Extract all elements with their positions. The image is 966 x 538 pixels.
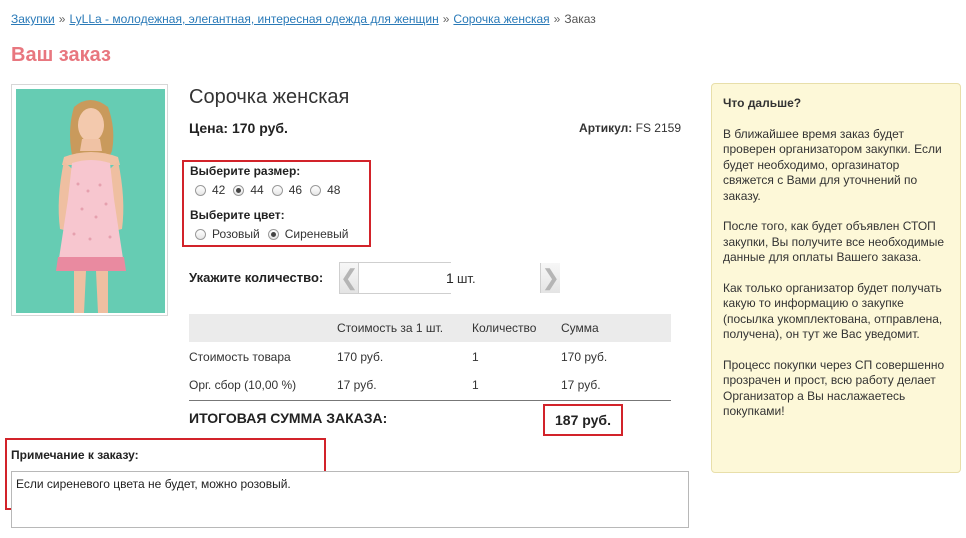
chevron-left-icon: ❮ <box>340 265 359 290</box>
quantity-input[interactable] <box>359 263 541 293</box>
table-cell: 170 руб. <box>337 349 384 364</box>
radio-button-checked[interactable] <box>267 228 279 240</box>
product-photo[interactable] <box>16 89 165 313</box>
info-title: Что дальше? <box>723 96 802 110</box>
quantity-stepper: ❮ ❯ <box>339 262 560 294</box>
info-paragraph: В ближайшее время заказ будет проверен о… <box>723 126 942 203</box>
breadcrumb-link-lylla[interactable]: LyLLa - молодежная, элегантная, интересн… <box>69 12 438 26</box>
color-option-lilac[interactable]: Сиреневый <box>267 227 349 241</box>
info-panel: Что дальше? В ближайшее время заказ буде… <box>711 83 961 473</box>
table-header-row: Стоимость за 1 шт. Количество Сумма <box>189 314 671 342</box>
radio-button[interactable] <box>271 184 283 196</box>
table-cell: 170 руб. <box>561 349 608 364</box>
note-textarea[interactable]: Если сиреневого цвета не будет, можно ро… <box>11 471 689 528</box>
size-option-label: 44 <box>250 183 264 197</box>
model-illustration <box>16 89 165 313</box>
table-cell: 17 руб. <box>561 371 671 401</box>
product-photo-frame <box>11 84 168 316</box>
size-label: Выберите размер: <box>190 164 301 178</box>
total-value: 187 руб. <box>543 404 623 436</box>
table-row: Стоимость товара 170 руб. 1 170 руб. <box>189 342 671 371</box>
increment-button[interactable]: ❯ <box>540 263 560 293</box>
color-label: Выберите цвет: <box>190 208 285 222</box>
color-option-label: Розовый <box>212 227 260 241</box>
info-paragraph: После того, как будет объявлен СТОП заку… <box>723 219 945 264</box>
info-paragraph: Как только организатор будет получать ка… <box>723 280 943 342</box>
article-label: Артикул: <box>579 121 633 135</box>
decrement-button[interactable]: ❮ <box>340 263 360 293</box>
table-cell: Стоимость товара <box>189 349 291 364</box>
size-option-label: 46 <box>288 183 303 197</box>
product-name: Сорочка женская <box>189 86 350 108</box>
table-header-cell: Сумма <box>561 314 671 342</box>
quantity-unit: шт. <box>457 271 476 286</box>
breadcrumb-separator: » <box>58 12 66 26</box>
radio-button[interactable] <box>195 184 206 196</box>
table-cell: 1 <box>472 371 561 401</box>
table-row: Орг. сбор (10,00 %) 17 руб. 1 17 руб. <box>189 371 671 401</box>
table-header-cell <box>189 314 337 342</box>
chevron-right-icon: ❯ <box>541 265 560 290</box>
breadcrumb-separator: » <box>442 12 450 26</box>
color-option-pink[interactable]: Розовый <box>195 227 260 241</box>
table-header-cell: Количество <box>472 314 561 342</box>
breadcrumb-separator: » <box>553 12 561 26</box>
radio-button-checked[interactable] <box>233 184 245 196</box>
product-article: Артикул: FS 2159 <box>579 121 681 135</box>
table-header-cell: Стоимость за 1 шт. <box>337 314 472 342</box>
color-radio-group: Розовый Сиреневый <box>195 227 357 241</box>
options-highlight-box: Выберите размер: 42 44 46 48 Выберите цв… <box>182 160 371 247</box>
cost-table: Стоимость за 1 шт. Количество Сумма Стои… <box>189 314 671 401</box>
quantity-label: Укажите количество: <box>189 270 324 285</box>
radio-button[interactable] <box>195 228 206 240</box>
size-option-44[interactable]: 44 <box>233 183 264 197</box>
breadcrumb: Закупки» LyLLa - молодежная, элегантная, … <box>11 12 596 26</box>
table-cell: 17 руб. <box>337 371 472 401</box>
breadcrumb-link-product[interactable]: Сорочка женская <box>453 12 549 26</box>
size-option-42[interactable]: 42 <box>195 183 225 197</box>
breadcrumb-current: Заказ <box>564 12 596 26</box>
color-option-label: Сиреневый <box>284 227 349 241</box>
size-option-label: 48 <box>327 183 341 197</box>
total-label: ИТОГОВАЯ СУММА ЗАКАЗА: <box>189 410 388 426</box>
page-title: Ваш заказ <box>11 44 111 66</box>
size-option-46[interactable]: 46 <box>271 183 303 197</box>
size-option-48[interactable]: 48 <box>310 183 340 197</box>
breadcrumb-link-zakupki[interactable]: Закупки <box>11 12 55 26</box>
size-radio-group: 42 44 46 48 <box>195 183 348 197</box>
note-label: Примечание к заказу: <box>11 448 139 462</box>
table-cell: Орг. сбор (10,00 %) <box>189 371 337 401</box>
radio-button[interactable] <box>310 184 322 196</box>
info-paragraph: Процесс покупки через СП совершенно проз… <box>723 357 945 419</box>
article-value: FS 2159 <box>635 121 681 135</box>
size-option-label: 42 <box>212 183 226 197</box>
product-price: Цена: 170 руб. <box>189 120 288 136</box>
table-cell: 1 <box>472 349 479 364</box>
